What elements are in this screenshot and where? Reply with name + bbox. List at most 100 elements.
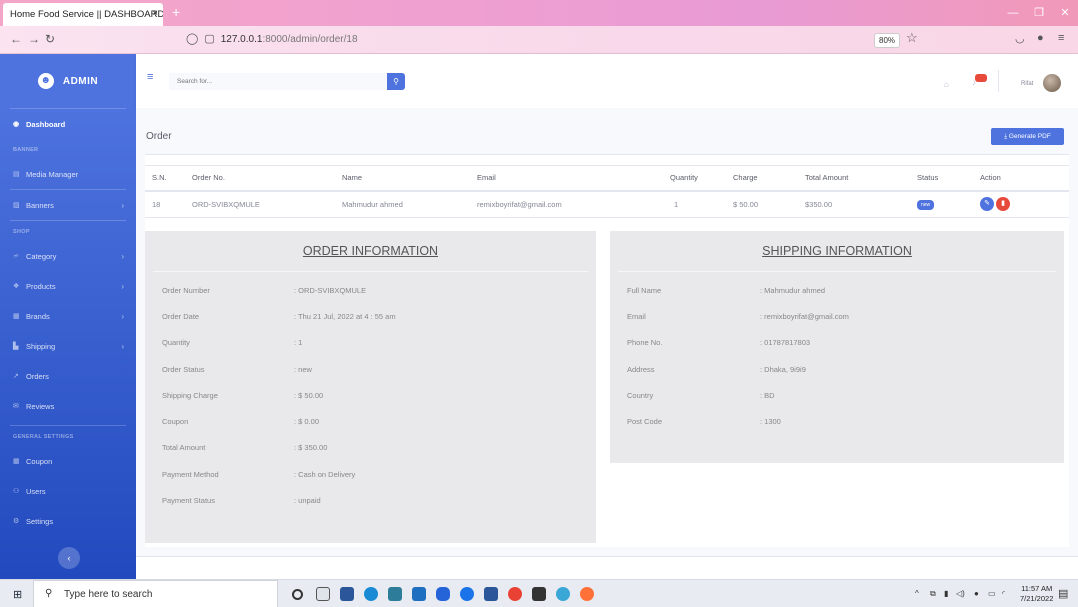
tray-chevron-icon[interactable]: ^ [915, 589, 919, 598]
tab-close-icon[interactable]: × [152, 8, 158, 19]
order-info-value: : ORD-SVIBXQMULE [294, 286, 367, 295]
browser-tab[interactable]: Home Food Service || DASHBOARD × [3, 3, 163, 26]
back-icon[interactable]: ← [10, 32, 22, 46]
order-info-label: Coupon [162, 417, 189, 426]
close-window-icon[interactable]: ✕ [1052, 0, 1078, 26]
brand-label: ADMIN [62, 75, 99, 87]
chrome-icon[interactable] [508, 587, 522, 601]
col-header: Total Amount [805, 165, 917, 192]
sidebar-item-category[interactable]: ⩫ Category › [0, 241, 136, 271]
home-icon[interactable]: ⌂ [944, 80, 949, 89]
wifi-icon[interactable]: ◜ [1002, 589, 1005, 598]
forward-icon[interactable]: → [28, 32, 40, 46]
store-icon[interactable] [340, 587, 354, 601]
order-info-label: Order Status [162, 365, 205, 374]
sidebar-heading-general-settings: GENERAL SETTINGS [13, 434, 74, 440]
edge-icon[interactable] [364, 587, 378, 601]
notification-center-icon[interactable]: ▤ [1058, 587, 1068, 600]
app-icon[interactable] [556, 587, 570, 601]
sidebar-item-banners[interactable]: ▨ Banners › [0, 190, 136, 220]
sidebar-item-brands[interactable]: ▦ Brands › [0, 301, 136, 331]
sidebar-brand[interactable]: ☻ ADMIN [0, 54, 136, 108]
shield-icon: ◯ [186, 33, 199, 45]
volume-icon[interactable]: ◁) [956, 589, 965, 598]
table-row: 18 ORD-SVIBXQMULE Mahmudur ahmed remixbo… [145, 190, 1069, 218]
tray-usb-icon[interactable]: ▮ [944, 589, 948, 598]
gear-icon: ⚙ [13, 518, 20, 525]
avatar[interactable] [1043, 74, 1061, 92]
hamburger-icon[interactable]: ≡ [147, 71, 153, 83]
dashboard-icon: ◉ [13, 121, 20, 128]
sidebar-toggle-button[interactable]: ‹ [58, 547, 80, 569]
cell-order-no: ORD-SVIBXQMULE [192, 190, 342, 218]
hammer-icon: ↗ [13, 373, 19, 380]
mail-icon[interactable] [412, 587, 426, 601]
shipping-info-value: : Dhaka, 9i9i9 [760, 365, 806, 374]
col-header: Quantity [670, 165, 733, 192]
shipping-information-panel: SHIPPING INFORMATION Full Name: Mahmudur… [610, 231, 1064, 463]
word-icon[interactable] [484, 587, 498, 601]
battery-icon[interactable]: ▭ [988, 589, 996, 598]
sidebar-item-settings[interactable]: ⚙ Settings [0, 506, 136, 536]
tray-app-icon[interactable]: ● [974, 589, 979, 598]
sidebar-heading-banner: BANNER [13, 147, 39, 153]
address-bar[interactable]: ◯ ▢ 127.0.0.1:8000/admin/order/18 [186, 32, 358, 45]
edit-icon[interactable]: ✎ [980, 197, 994, 212]
generate-pdf-button[interactable]: ⤓ Generate PDF [991, 128, 1064, 145]
windows-start-icon[interactable]: ⊞ [13, 588, 22, 601]
table-icon: ▦ [13, 313, 20, 320]
menu-icon[interactable]: ≡ [1058, 32, 1064, 44]
notification-bell-icon[interactable]: ♪ [972, 74, 987, 87]
minimize-icon[interactable]: — [1000, 0, 1026, 26]
taskbar-clock[interactable]: 11:57 AM 7/21/2022 [1020, 584, 1053, 604]
sidebar-item-label: Settings [26, 516, 54, 526]
terminal-icon[interactable] [532, 587, 546, 601]
status-badge: new [917, 199, 935, 210]
order-information-title: ORDER INFORMATION [302, 244, 439, 258]
bookmark-star-icon[interactable]: ☆ [906, 30, 918, 46]
app-icon[interactable] [436, 587, 450, 601]
order-info-label: Payment Status [162, 496, 215, 505]
pocket-icon[interactable]: ◡ [1015, 32, 1025, 45]
order-info-row: Total Amount: $ 350.00 [145, 434, 596, 460]
sidebar: ☻ ADMIN ◉ Dashboard BANNER ▤ Media Manager… [0, 54, 136, 579]
cell-email: remixboyrifat@gmail.com [477, 190, 670, 218]
sidebar-item-coupon[interactable]: ▦ Coupon [0, 446, 136, 476]
shipping-info-value: : Mahmudur ahmed [760, 286, 826, 295]
sidebar-item-orders[interactable]: ↗ Orders [0, 361, 136, 391]
shipping-info-row: Phone No.: 01787817803 [610, 329, 1064, 355]
main-content: Order ⤓ Generate PDF S.N. Order No. Name… [136, 108, 1078, 579]
search-input[interactable] [169, 73, 387, 90]
order-info-label: Shipping Charge [162, 391, 218, 400]
sidebar-item-media-manager[interactable]: ▤ Media Manager [0, 159, 136, 189]
explorer-icon[interactable] [388, 587, 402, 601]
sidebar-item-users[interactable]: ⚇ Users [0, 476, 136, 506]
extension-icon[interactable]: ● [1037, 32, 1044, 44]
cortana-icon[interactable] [292, 589, 303, 600]
taskbar-search[interactable]: ⚲ Type here to search [33, 580, 278, 607]
app-icon[interactable] [460, 587, 474, 601]
sidebar-item-dashboard[interactable]: ◉ Dashboard [0, 109, 136, 139]
new-tab-icon[interactable]: + [172, 4, 180, 20]
shipping-info-row: Country: BD [610, 382, 1064, 408]
sidebar-item-label: Users [26, 486, 46, 496]
sidebar-item-shipping[interactable]: ▙ Shipping › [0, 331, 136, 361]
firefox-icon[interactable] [580, 587, 594, 601]
tray-app-icon[interactable]: ⧉ [930, 589, 936, 599]
user-name[interactable]: Rifat [1021, 81, 1033, 87]
url-host: 127.0.0.1 [220, 34, 263, 45]
window-controls: — ❐ ✕ [1000, 0, 1078, 26]
reload-icon[interactable]: ↻ [45, 32, 55, 46]
sidebar-item-label: Category [26, 251, 57, 261]
search-button[interactable]: ⚲ [387, 73, 405, 90]
restore-icon[interactable]: ❐ [1026, 0, 1052, 26]
sidebar-item-products[interactable]: ❖ Products › [0, 271, 136, 301]
order-info-value: : Cash on Delivery [294, 470, 356, 479]
topbar: ≡ ⚲ ⌂ ♪ Rifat [136, 54, 1078, 108]
page-title: Order [146, 131, 172, 142]
task-view-icon[interactable] [316, 587, 330, 601]
sidebar-item-reviews[interactable]: ✉ Reviews [0, 391, 136, 421]
zoom-level[interactable]: 80% [874, 33, 901, 48]
shipping-info-label: Full Name [627, 286, 662, 295]
delete-icon[interactable]: ▮ [996, 197, 1011, 212]
